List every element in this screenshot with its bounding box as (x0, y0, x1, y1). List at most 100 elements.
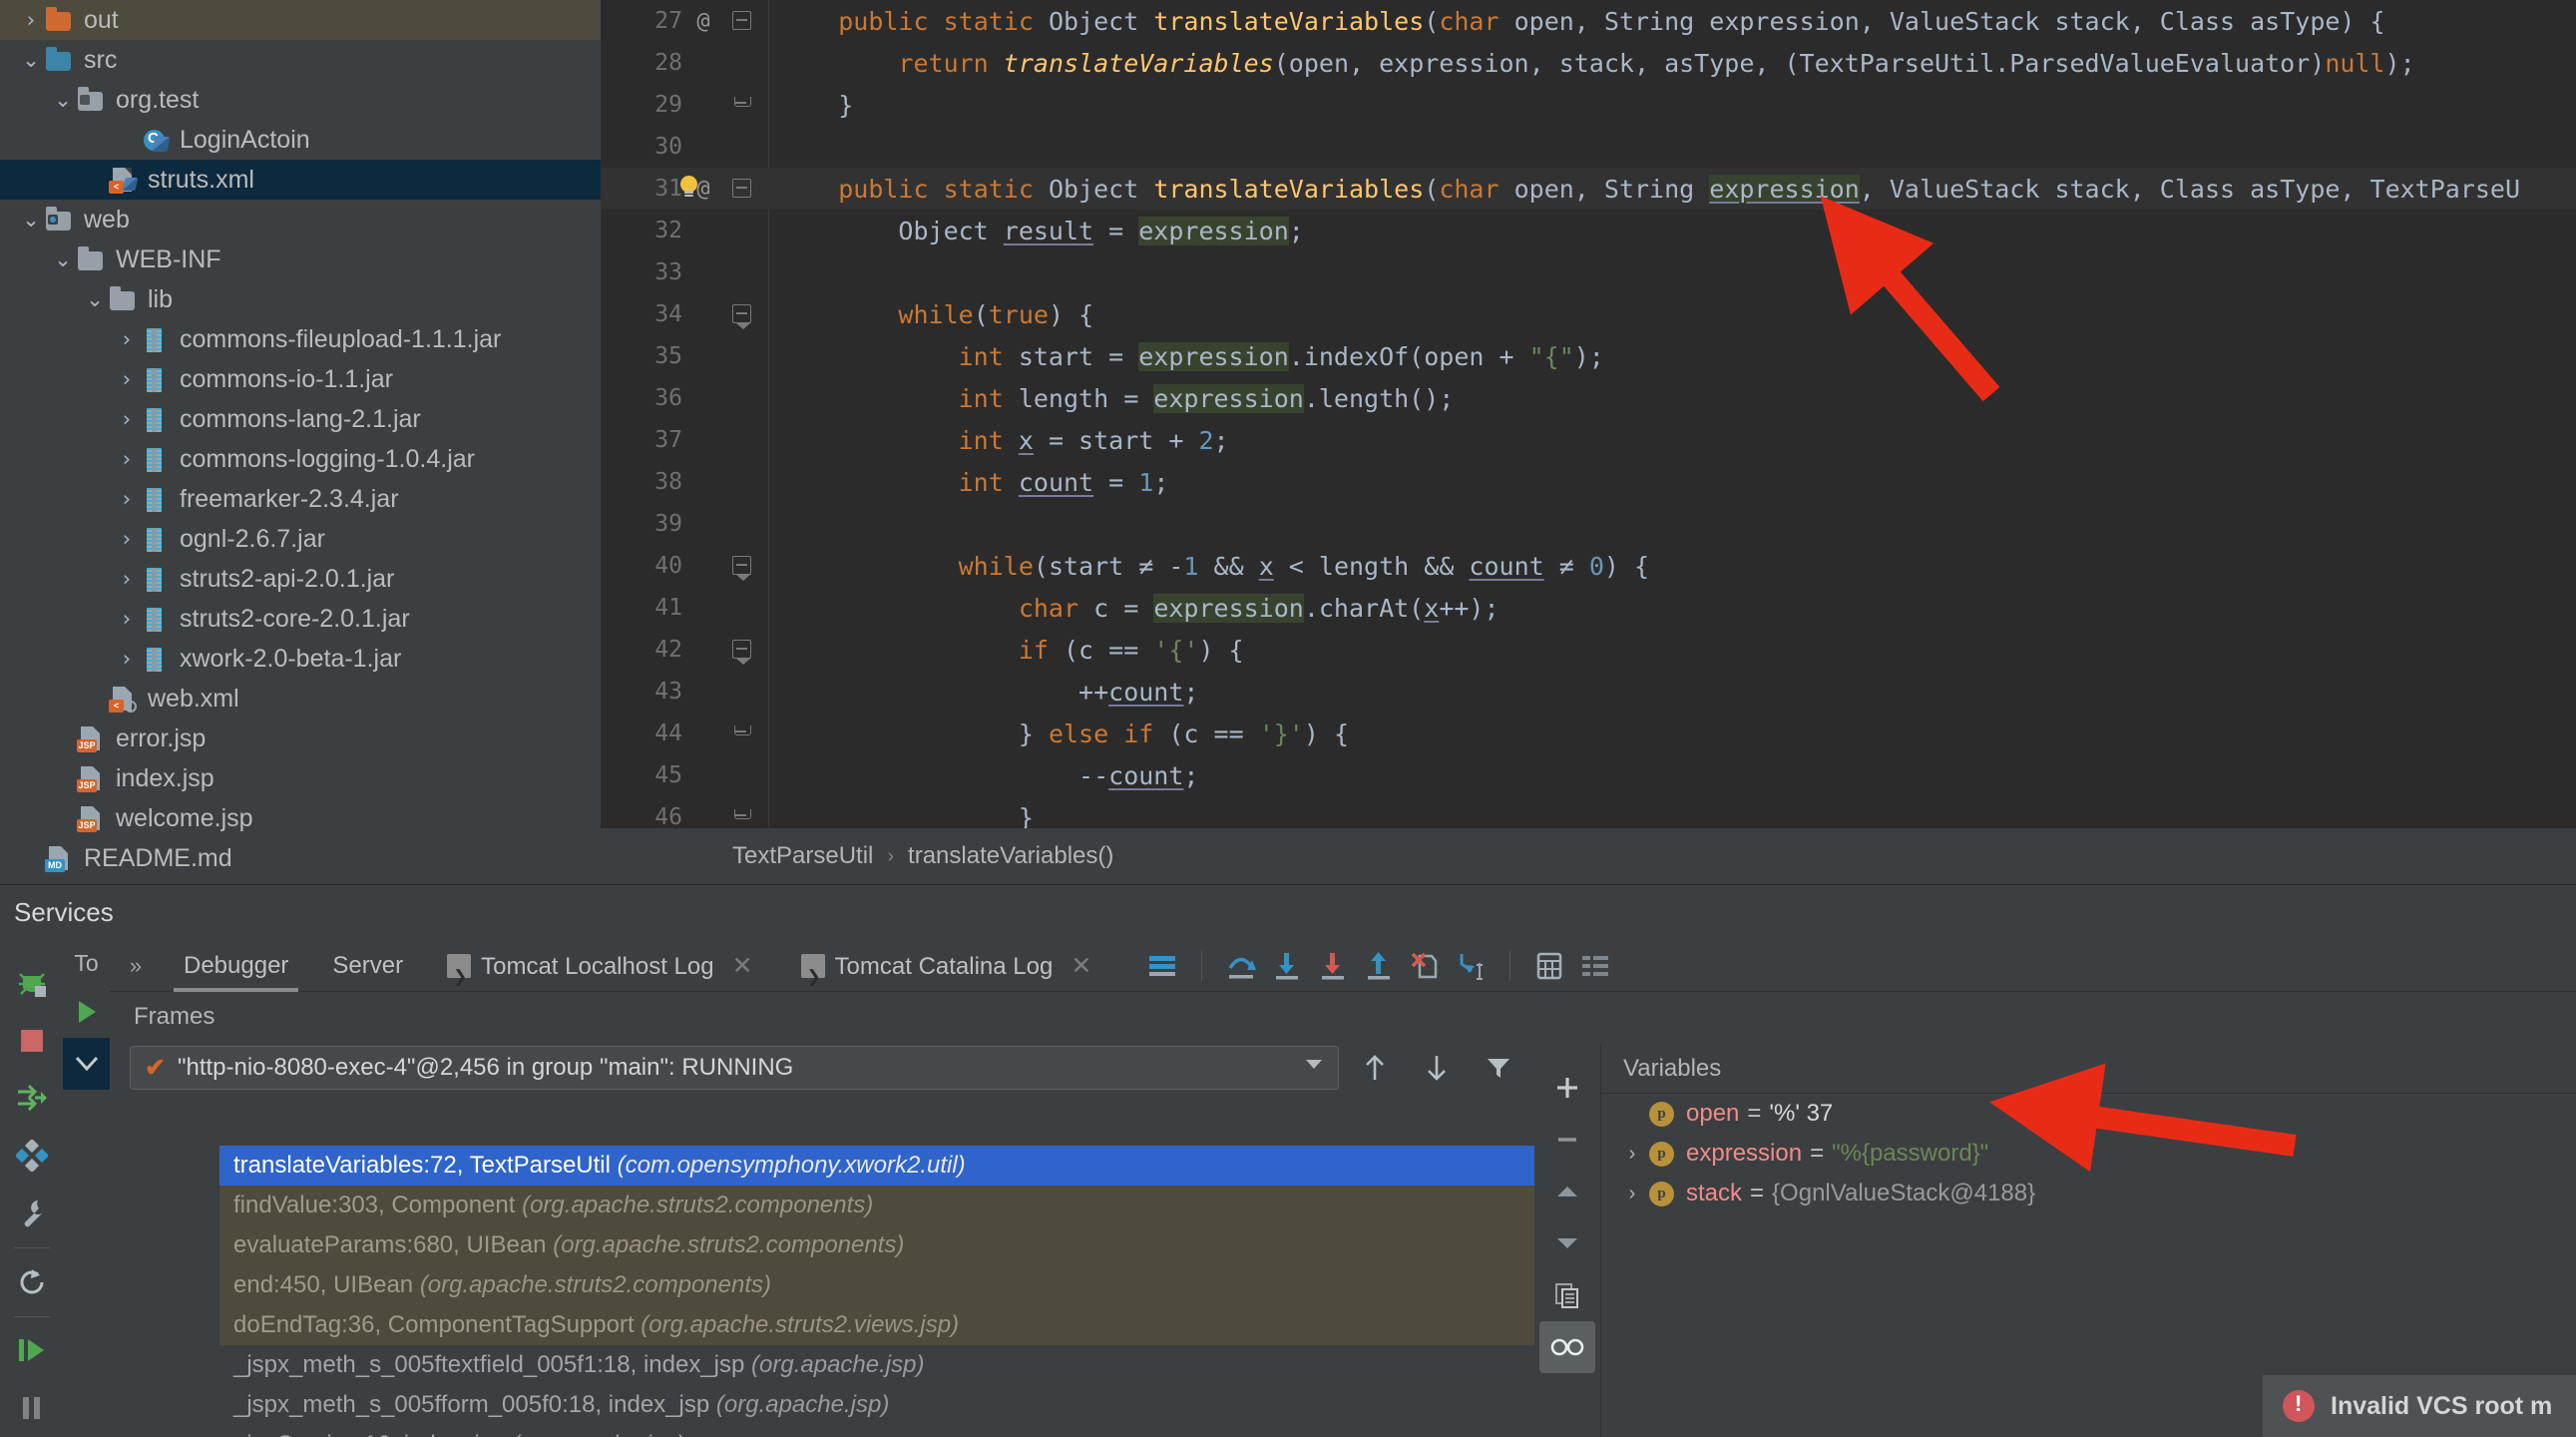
code-line-27[interactable]: 27 @ public static Object translateVariab… (601, 0, 2576, 42)
services-tool-window-header[interactable]: Services (0, 884, 2576, 940)
tree-item-lib[interactable]: ⌄ lib (0, 279, 601, 319)
code-line-44[interactable]: 44 } else if (c == '}') { (601, 713, 2576, 754)
code-line-30[interactable]: 30 (601, 126, 2576, 168)
tree-item-commons-logging-1-0-4-jar[interactable]: › commons-logging-1.0.4.jar (0, 439, 601, 479)
chevron-right-icon[interactable]: › (1615, 1183, 1649, 1205)
code-gutter[interactable] (718, 461, 770, 503)
arrow-up-icon[interactable] (1349, 1042, 1401, 1094)
chevron-down-icon[interactable]: ⌄ (82, 288, 108, 310)
step-over-icon[interactable] (1218, 943, 1264, 989)
chevron-down-icon[interactable]: ⌄ (18, 49, 44, 71)
frame-list-item[interactable]: evaluateParams:680, UIBean (org.apache.s… (219, 1225, 1534, 1265)
frame-list-item[interactable]: _jspService:16, index_jsp (org.apache.js… (219, 1425, 1534, 1437)
fold-marker-icon[interactable] (732, 179, 751, 198)
fold-marker-icon[interactable] (732, 11, 751, 30)
code-line-31[interactable]: 31 @ public static Object translateVariab… (601, 168, 2576, 210)
project-tree[interactable]: › out ⌄ src ⌄ org.test LoginActoin < struts.xm… (0, 0, 601, 884)
tab-server[interactable]: Server (310, 940, 425, 992)
code-lines-container[interactable]: 27 @ public static Object translateVariab… (601, 0, 2576, 832)
frame-list-item[interactable]: translateVariables:72, TextParseUtil (co… (219, 1146, 1534, 1186)
tree-item-xwork-2-0-beta-1-jar[interactable]: › xwork-2.0-beta-1.jar (0, 639, 601, 679)
breadcrumb-method[interactable]: translateVariables() (908, 842, 1113, 870)
frame-list-item[interactable]: findValue:303, Component (org.apache.str… (219, 1186, 1534, 1225)
tree-item-out[interactable]: › out (0, 0, 601, 40)
tree-item-struts2-core-2-0-1-jar[interactable]: › struts2-core-2.0.1.jar (0, 599, 601, 639)
fold-marker-icon[interactable] (732, 640, 751, 665)
chevron-right-icon[interactable]: › (114, 648, 140, 670)
fold-marker-icon[interactable] (732, 304, 751, 329)
code-gutter[interactable] (718, 126, 770, 168)
code-gutter[interactable] (718, 293, 770, 335)
code-line-38[interactable]: 38 int count = 1; (601, 461, 2576, 503)
code-gutter[interactable] (718, 754, 770, 796)
chevron-right-icon[interactable]: › (114, 488, 140, 510)
code-gutter[interactable] (718, 503, 770, 545)
code-gutter[interactable] (718, 42, 770, 84)
tree-item-readme-md[interactable]: MD README.md (0, 838, 601, 878)
code-gutter[interactable] (718, 251, 770, 293)
code-gutter[interactable] (718, 210, 770, 251)
chevron-right-icon[interactable]: › (114, 568, 140, 590)
tree-item-src[interactable]: ⌄ src (0, 40, 601, 80)
rerun-step-icon[interactable] (8, 1070, 56, 1128)
tree-item-commons-io-1-1-jar[interactable]: › commons-io-1.1.jar (0, 359, 601, 399)
code-line-37[interactable]: 37 int x = start + 2; (601, 419, 2576, 461)
variable-row[interactable]: › p expression = "%{password}" (1601, 1134, 2576, 1174)
chevron-right-icon[interactable]: › (114, 528, 140, 550)
resume-play-icon[interactable] (63, 986, 110, 1038)
fold-end-marker-icon[interactable] (732, 723, 751, 742)
fold-end-marker-icon[interactable] (732, 95, 751, 114)
close-icon[interactable]: ✕ (1067, 952, 1095, 980)
fold-marker-icon[interactable] (732, 556, 751, 581)
code-gutter[interactable] (718, 713, 770, 754)
code-line-32[interactable]: 32 Object result = expression; (601, 210, 2576, 251)
tree-item-commons-lang-2-1-jar[interactable]: › commons-lang-2.1.jar (0, 399, 601, 439)
chevron-down-icon[interactable]: ⌄ (18, 209, 44, 231)
layout-icon[interactable] (8, 1127, 56, 1185)
drop-frame-icon[interactable] (1402, 943, 1448, 989)
force-step-into-icon[interactable] (1310, 943, 1356, 989)
arrow-down-icon[interactable] (1411, 1042, 1463, 1094)
code-line-42[interactable]: 42 if (c == '{') { (601, 629, 2576, 671)
frame-list-item[interactable]: _jspx_meth_s_005fform_005f0:18, index_js… (219, 1385, 1534, 1425)
debug-tab-row[interactable]: » Debugger Server Tomcat Localhost Log✕ … (110, 940, 2576, 1003)
variables-side-toolbar[interactable] (1534, 1044, 1600, 1437)
code-gutter[interactable] (718, 84, 770, 126)
settings-wrench-icon[interactable] (8, 1185, 56, 1242)
tree-item-ognl-2-6-7-jar[interactable]: › ognl-2.6.7.jar (0, 519, 601, 559)
frame-list-item[interactable]: _jspx_meth_s_005ftextfield_005f1:18, ind… (219, 1345, 1534, 1385)
debug-icon[interactable] (8, 954, 56, 1012)
variable-row[interactable]: ›popen = '%' 37 (1601, 1094, 2576, 1134)
thread-dropdown[interactable]: ✔ "http-nio-8080-exec-4"@2,456 in group … (130, 1046, 1339, 1090)
tree-item-commons-fileupload-1-1-1-jar[interactable]: › commons-fileupload-1.1.1.jar (0, 319, 601, 359)
tree-item-struts2-api-2-0-1-jar[interactable]: › struts2-api-2.0.1.jar (0, 559, 601, 599)
fold-end-marker-icon[interactable] (732, 807, 751, 826)
chevron-right-icon[interactable]: › (114, 408, 140, 430)
move-down-icon[interactable] (1539, 1217, 1595, 1269)
add-icon[interactable] (1539, 1062, 1595, 1114)
code-gutter[interactable] (718, 0, 770, 42)
resume-program-icon[interactable] (8, 1322, 56, 1380)
code-gutter[interactable] (718, 419, 770, 461)
chevron-down-icon[interactable] (1306, 1060, 1322, 1069)
console-lines-icon[interactable] (1139, 943, 1185, 989)
copy-icon[interactable] (1539, 1269, 1595, 1321)
tree-item-error-jsp[interactable]: JSP error.jsp (0, 718, 601, 758)
variables-list[interactable]: ›popen='%' 37›pexpression="%{password}" ›… (1601, 1094, 2576, 1213)
intention-bulb-icon[interactable] (678, 176, 700, 198)
tree-item-web-xml[interactable]: < web.xml (0, 679, 601, 718)
code-line-29[interactable]: 29 } (601, 84, 2576, 126)
run-to-cursor-icon[interactable] (1448, 943, 1494, 989)
threads-view-icon[interactable] (1572, 943, 1618, 989)
stop-icon[interactable] (8, 1012, 56, 1070)
tab-tomcat-catalina-log[interactable]: Tomcat Catalina Log ✕ (779, 940, 1118, 1003)
code-editor[interactable]: 27 @ public static Object translateVariab… (601, 0, 2576, 884)
filter-icon[interactable] (1473, 1042, 1524, 1094)
frames-list[interactable]: translateVariables:72, TextParseUtil (co… (219, 1146, 1534, 1437)
code-gutter[interactable] (718, 168, 770, 210)
code-gutter[interactable] (718, 587, 770, 629)
tree-item-org-test[interactable]: ⌄ org.test (0, 80, 601, 120)
debug-side-column[interactable]: To (63, 940, 110, 1437)
code-gutter[interactable] (718, 671, 770, 713)
tree-item-welcome-jsp[interactable]: JSP welcome.jsp (0, 798, 601, 838)
